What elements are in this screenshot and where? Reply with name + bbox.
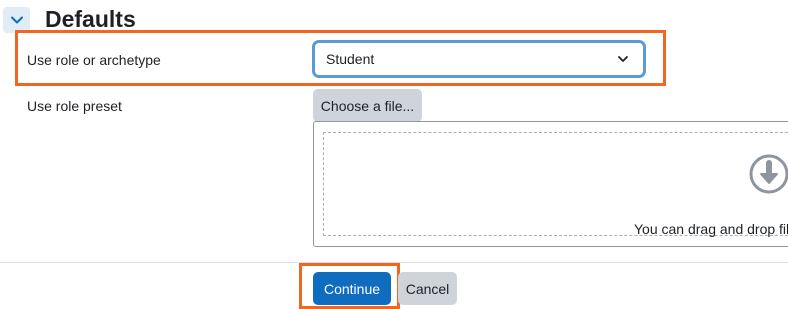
file-picker: You can drag and drop file <box>313 121 788 247</box>
drop-instruction-text: You can drag and drop file <box>634 221 788 237</box>
section-collapse-toggle[interactable] <box>3 7 30 33</box>
download-arrow-icon <box>749 154 788 194</box>
form-divider <box>0 262 788 263</box>
role-archetype-select[interactable]: Student <box>312 40 646 78</box>
role-archetype-label: Use role or archetype <box>27 52 161 68</box>
role-preset-label: Use role preset <box>27 98 122 114</box>
cancel-button[interactable]: Cancel <box>398 272 457 305</box>
role-archetype-value: Student <box>326 51 375 67</box>
file-dropzone[interactable]: You can drag and drop file <box>323 132 788 237</box>
choose-file-button[interactable]: Choose a file... <box>313 89 422 122</box>
chevron-down-icon <box>618 56 628 62</box>
continue-button[interactable]: Continue <box>313 272 391 305</box>
section-title: Defaults <box>45 6 136 32</box>
chevron-down-icon <box>10 16 23 24</box>
